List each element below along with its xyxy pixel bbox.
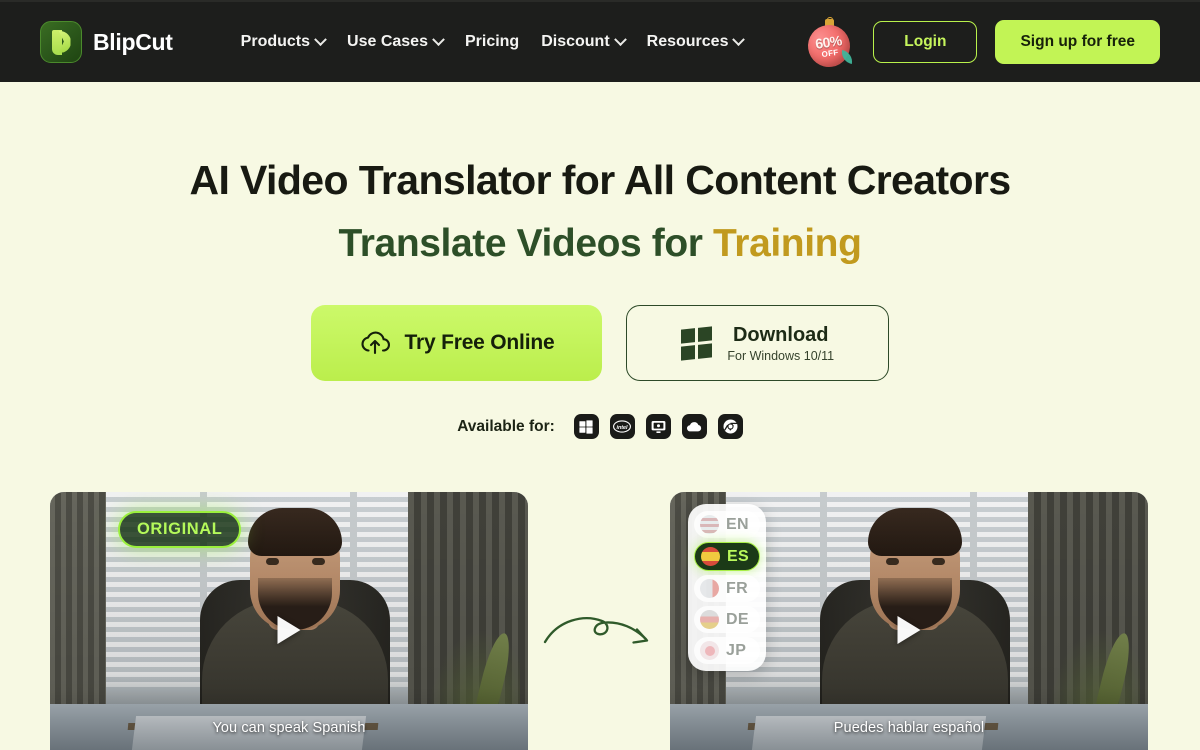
chrome-icon[interactable] bbox=[717, 414, 743, 439]
available-platforms-row: Available for: intel bbox=[0, 414, 1200, 439]
subtitle-prefix: Translate Videos for bbox=[338, 222, 714, 265]
language-option-fr[interactable]: FR bbox=[694, 575, 760, 602]
nav-item-discount[interactable]: Discount bbox=[541, 32, 627, 51]
page-subtitle: Translate Videos for Training bbox=[0, 222, 1200, 266]
chevron-down-icon bbox=[314, 32, 327, 46]
nav-label: Discount bbox=[541, 33, 610, 50]
nav-item-pricing[interactable]: Pricing bbox=[465, 33, 519, 51]
signup-button[interactable]: Sign up for free bbox=[995, 20, 1160, 64]
download-button[interactable]: Download For Windows 10/11 bbox=[626, 305, 889, 381]
cloud-upload-icon bbox=[359, 328, 391, 359]
nav-label: Pricing bbox=[464, 33, 520, 50]
cta-row: Try Free Online Download For Windows 10/… bbox=[0, 305, 1200, 381]
language-code: JP bbox=[726, 641, 747, 659]
download-text-group: Download For Windows 10/11 bbox=[727, 324, 834, 363]
language-code: DE bbox=[726, 610, 749, 628]
windows-icon bbox=[680, 326, 712, 360]
brand-logo[interactable]: BlipCut bbox=[40, 21, 173, 63]
available-for-label: Available for: bbox=[457, 417, 555, 435]
site-header: BlipCut Products Use Cases Pricing Disco… bbox=[0, 0, 1200, 82]
play-icon[interactable] bbox=[897, 616, 921, 644]
nav-item-use-cases[interactable]: Use Cases bbox=[347, 32, 445, 51]
language-option-jp[interactable]: JP bbox=[694, 637, 760, 664]
nav-item-products[interactable]: Products bbox=[240, 32, 327, 51]
try-free-online-button[interactable]: Try Free Online bbox=[311, 305, 602, 381]
language-option-en[interactable]: EN bbox=[694, 511, 760, 538]
original-video-card[interactable]: ORIGINAL You can speak Spanish bbox=[50, 492, 528, 750]
nav-label: Resources bbox=[646, 33, 729, 50]
nav-item-resources[interactable]: Resources bbox=[646, 32, 746, 51]
ornament-ball: 60% OFF bbox=[805, 22, 853, 70]
original-badge: ORIGINAL bbox=[118, 511, 242, 548]
intel-icon[interactable]: intel bbox=[609, 414, 635, 439]
nav-label: Use Cases bbox=[347, 33, 428, 50]
chevron-down-icon bbox=[732, 32, 746, 46]
flag-es-icon bbox=[701, 547, 720, 566]
video-subtitle-original: You can speak Spanish bbox=[212, 720, 366, 736]
video-subtitle-translated: Puedes hablar español bbox=[833, 720, 985, 736]
windows-icon[interactable] bbox=[573, 414, 599, 439]
language-code: ES bbox=[727, 547, 749, 565]
play-icon[interactable] bbox=[277, 616, 301, 644]
language-selector: EN ES FR DE JP bbox=[688, 504, 766, 671]
desktop-monitor-icon[interactable] bbox=[645, 414, 671, 439]
download-subtitle: For Windows 10/11 bbox=[727, 348, 835, 363]
svg-text:intel: intel bbox=[617, 425, 629, 431]
header-actions: 60% OFF Login Sign up for free bbox=[803, 17, 1160, 70]
promo-percent: 60% bbox=[814, 31, 843, 52]
video-comparison: ORIGINAL You can speak Spanish EN ES FR … bbox=[0, 492, 1200, 750]
logo-b-glyph bbox=[51, 29, 71, 55]
flag-de-icon bbox=[700, 610, 719, 629]
flag-jp-icon bbox=[700, 641, 719, 660]
language-option-es[interactable]: ES bbox=[694, 542, 760, 571]
chevron-down-icon bbox=[432, 32, 445, 46]
try-free-online-label: Try Free Online bbox=[404, 331, 555, 354]
hero-section: AI Video Translator for All Content Crea… bbox=[0, 82, 1200, 439]
landing-page: BlipCut Products Use Cases Pricing Disco… bbox=[0, 0, 1200, 750]
translated-video-card[interactable]: EN ES FR DE JP Puedes hablar español bbox=[670, 492, 1148, 750]
page-title: AI Video Translator for All Content Crea… bbox=[189, 157, 1011, 203]
language-code: FR bbox=[726, 579, 748, 597]
flag-us-icon bbox=[700, 515, 719, 534]
chevron-down-icon bbox=[613, 32, 627, 46]
ornament-discount-icon[interactable]: 60% OFF bbox=[803, 17, 855, 70]
download-title: Download bbox=[732, 323, 829, 346]
blipcut-logo-icon bbox=[40, 21, 82, 63]
promo-off-label: OFF bbox=[821, 47, 840, 59]
subtitle-accent: Training bbox=[713, 222, 862, 265]
brand-name: BlipCut bbox=[93, 28, 173, 55]
flag-fr-icon bbox=[700, 579, 719, 598]
main-navigation: Products Use Cases Pricing Discount Reso… bbox=[240, 32, 746, 51]
nav-label: Products bbox=[240, 33, 311, 50]
language-option-de[interactable]: DE bbox=[694, 606, 760, 633]
cloud-icon[interactable] bbox=[681, 414, 707, 439]
login-button[interactable]: Login bbox=[873, 21, 978, 63]
language-code: EN bbox=[726, 515, 749, 533]
